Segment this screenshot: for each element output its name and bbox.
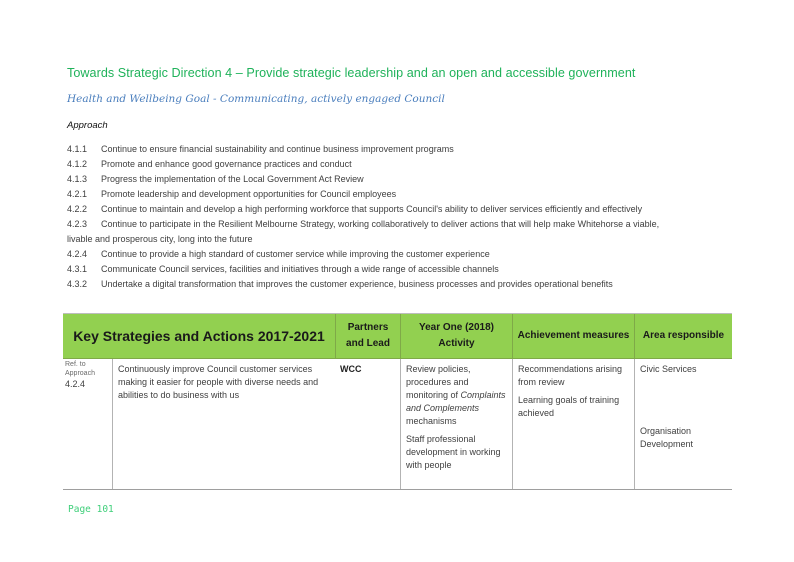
item-text: Continue to provide a high standard of c…: [101, 249, 490, 259]
approach-item: 4.2.1 Promote leadership and development …: [67, 187, 747, 202]
activity-cell: Review policies, procedures and monitori…: [401, 359, 513, 489]
measure-item: Learning goals of training achieved: [518, 395, 620, 418]
ref-cell: Ref. to Approach 4.2.4: [63, 359, 113, 489]
item-number: 4.1.3: [67, 174, 88, 184]
header-measures: Achievement measures: [513, 314, 635, 358]
approach-list: 4.1.1 Continue to ensure financial sustai…: [67, 142, 747, 292]
item-text: Promote and enhance good governance prac…: [101, 159, 352, 169]
activity-item: Staff professional development in workin…: [406, 434, 501, 470]
goal-subtitle: Health and Wellbeing Goal - Communicatin…: [67, 93, 445, 105]
header-activity-line1: Year One (2018): [418, 322, 495, 333]
partners-cell: WCC: [336, 359, 401, 489]
item-number: 4.1.2: [67, 159, 88, 169]
approach-item: 4.3.1 Communicate Council services, facil…: [67, 262, 747, 277]
item-text: Continue to maintain and develop a high …: [101, 204, 643, 214]
item-text: Continue to participate in the Resilient…: [101, 219, 660, 229]
approach-item-continuation: livable and prosperous city, long into t…: [67, 234, 253, 244]
approach-heading: Approach: [67, 120, 108, 131]
section-title: Towards Strategic Direction 4 – Provide …: [67, 66, 636, 80]
area-item: Organisation Development: [640, 426, 694, 449]
activity-item: Review policies, procedures and monitori…: [406, 363, 507, 428]
ref-label: Ref. to: [65, 361, 86, 368]
item-number: 4.2.4: [67, 249, 88, 259]
approach-item: 4.2.3 Continue to participate in the Resi…: [67, 217, 747, 232]
header-area: Area responsible: [642, 330, 725, 341]
item-text: Promote leadership and development oppor…: [101, 189, 397, 199]
item-number: 4.2.2: [67, 204, 88, 214]
item-text: Progress the implementation of the Local…: [101, 174, 364, 184]
measure-item: Recommendations arising from review: [518, 364, 623, 387]
strategies-table: Key Strategies and Actions 2017-2021 Par…: [63, 313, 732, 490]
measures-cell: Recommendations arising from review Lear…: [513, 359, 635, 489]
item-number: 4.2.1: [67, 189, 88, 199]
action-cell: Continuously improve Council customer se…: [118, 364, 319, 400]
ref-number: 4.2.4: [65, 379, 86, 389]
header-activity-line2: Activity: [438, 338, 475, 349]
approach-item: 4.1.2 Promote and enhance good governance…: [67, 157, 747, 172]
header-activity: Year One (2018) Activity: [401, 314, 513, 358]
approach-item: 4.2.4 Continue to provide a high standard…: [67, 247, 747, 262]
table-row: Ref. to Approach 4.2.4 Continuously impr…: [63, 359, 732, 490]
item-text: Communicate Council services, facilities…: [101, 264, 499, 274]
approach-item: 4.3.2 Undertake a digital transformation …: [67, 277, 747, 292]
approach-item: 4.1.3 Progress the implementation of the …: [67, 172, 747, 187]
page-number: Page 101: [68, 504, 114, 515]
area-cell: Civic Services Organisation Development: [635, 359, 732, 489]
header-strategies: Key Strategies and Actions 2017-2021: [63, 314, 336, 358]
area-item: Civic Services: [640, 364, 697, 374]
header-partners-line2: and Lead: [346, 338, 390, 349]
item-number: 4.3.2: [67, 279, 88, 289]
table-header: Key Strategies and Actions 2017-2021 Par…: [63, 313, 732, 359]
header-partners-line1: Partners: [347, 322, 389, 333]
approach-item: 4.2.2 Continue to maintain and develop a …: [67, 202, 747, 217]
ref-label: Approach: [65, 370, 95, 377]
item-text: Undertake a digital transformation that …: [101, 279, 613, 289]
item-text: Continue to ensure financial sustainabil…: [101, 144, 454, 154]
item-number: 4.2.3: [67, 219, 88, 229]
item-number: 4.3.1: [67, 264, 88, 274]
activity-text: mechanisms: [406, 416, 457, 426]
header-partners: Partners and Lead: [336, 314, 401, 358]
approach-item: 4.1.1 Continue to ensure financial sustai…: [67, 142, 747, 157]
item-number: 4.1.1: [67, 144, 88, 154]
